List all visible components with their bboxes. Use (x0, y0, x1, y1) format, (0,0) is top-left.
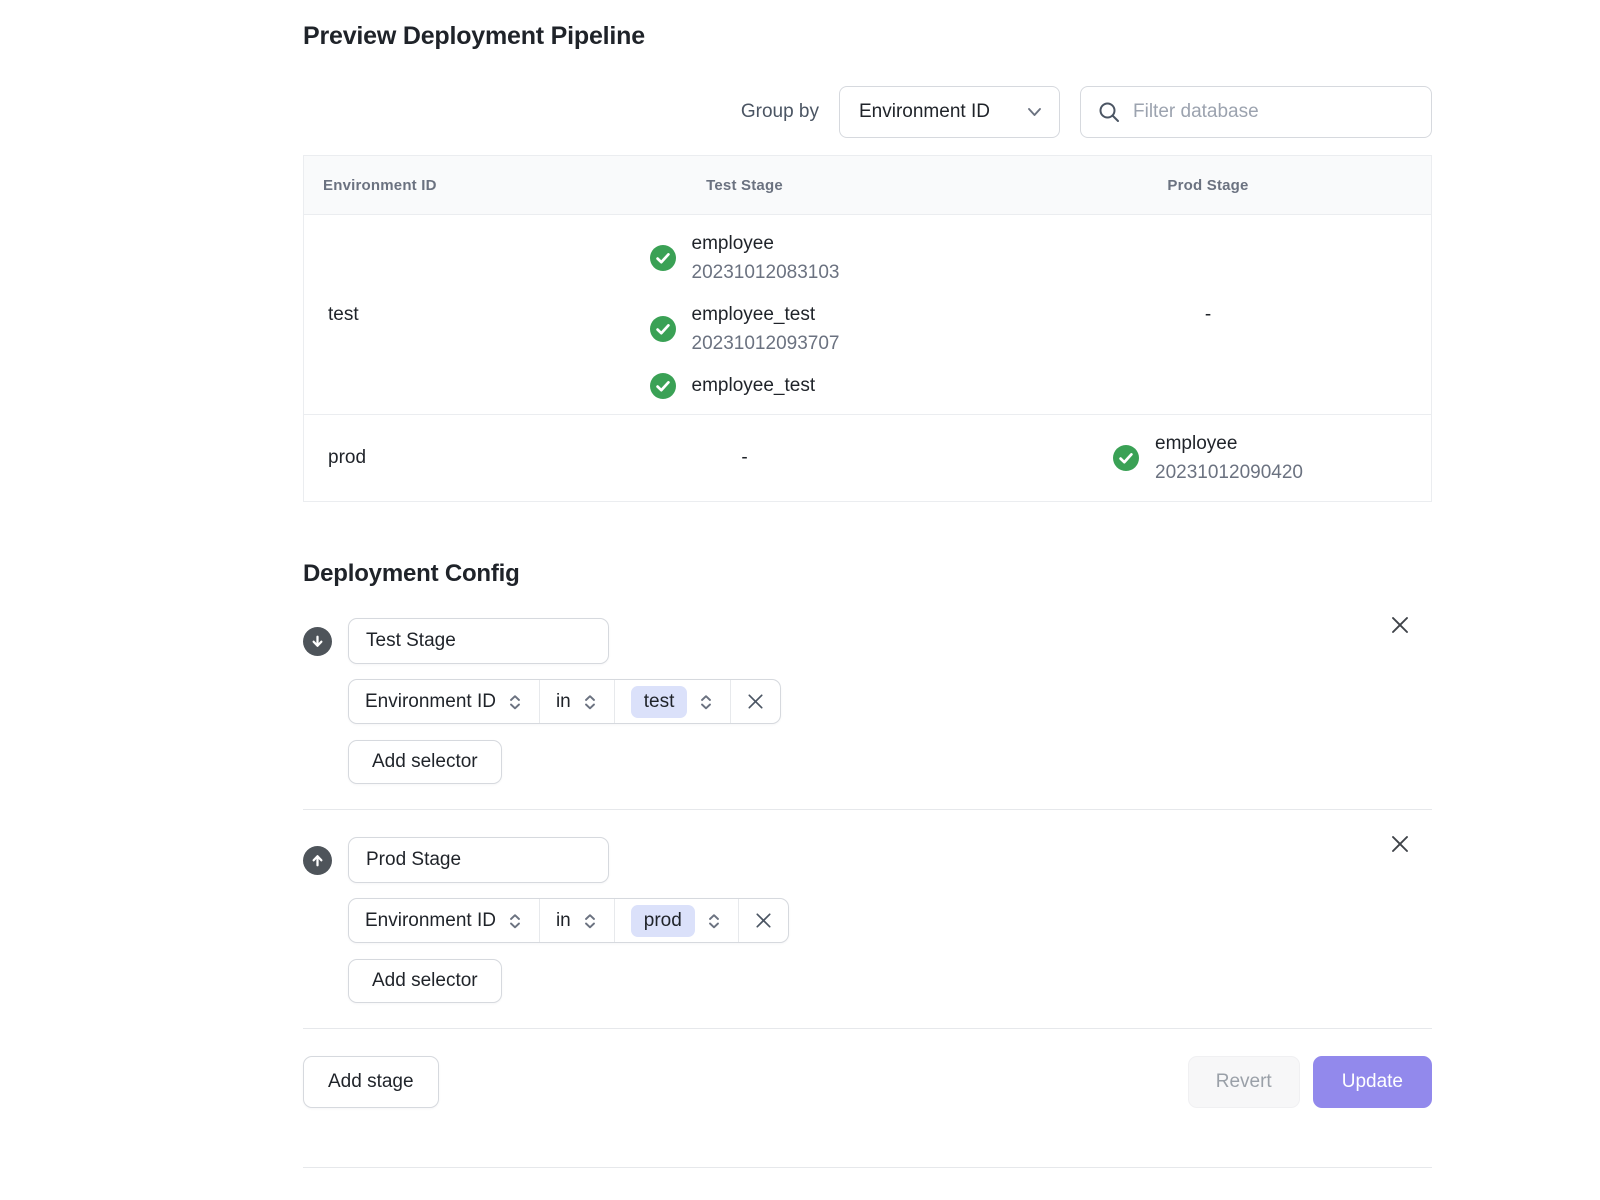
database-list: employee 20231012090420 (1113, 429, 1303, 487)
database-entry[interactable]: employee 20231012090420 (1113, 429, 1303, 487)
selector-operator-select[interactable]: in (539, 899, 614, 942)
stage-config-test: Environment ID in test (303, 618, 1432, 784)
add-selector-button[interactable]: Add selector (348, 959, 502, 1003)
search-icon (1098, 101, 1120, 123)
stage-name-input[interactable] (348, 837, 609, 883)
move-stage-down-button[interactable] (303, 627, 332, 656)
success-check-icon (650, 316, 676, 342)
close-icon (753, 910, 774, 931)
footer-actions: Add stage Revert Update (303, 1056, 1432, 1108)
arrow-up-icon (310, 853, 325, 868)
chevron-updown-icon (507, 694, 523, 710)
main-content: Preview Deployment Pipeline Group by Env… (303, 0, 1432, 1168)
selector-key-select[interactable]: Environment ID (349, 680, 539, 723)
selector-value-tag: test (631, 686, 688, 718)
selector-values-select[interactable]: prod (614, 899, 738, 942)
label-selector: Environment ID in test (348, 679, 781, 724)
bottom-divider (303, 1167, 1432, 1168)
selector-operator-select[interactable]: in (539, 680, 614, 723)
group-by-select[interactable]: Environment ID (839, 86, 1060, 138)
database-label: employee_test (692, 371, 816, 400)
group-by-selected-value: Environment ID (859, 101, 990, 123)
filter-database-search[interactable] (1080, 86, 1432, 138)
test-stage-cell: employee 20231012083103 employee_test 20… (504, 229, 985, 400)
column-header-environment-id: Environment ID (304, 177, 504, 194)
selector-operator-value: in (556, 910, 571, 932)
selector-row: Environment ID in test (348, 679, 1432, 724)
pipeline-table-header: Environment ID Test Stage Prod Stage (304, 156, 1431, 215)
group-by-label: Group by (741, 101, 819, 123)
prod-stage-cell: employee 20231012090420 (985, 429, 1431, 487)
close-icon (745, 691, 766, 712)
add-stage-button[interactable]: Add stage (303, 1056, 439, 1108)
move-stage-up-button[interactable] (303, 846, 332, 875)
stage-header (303, 837, 1432, 883)
database-name: employee (692, 229, 840, 258)
empty-stage-placeholder: - (741, 447, 747, 469)
database-version: 20231012090420 (1155, 458, 1303, 487)
database-label: employee_test 20231012093707 (692, 300, 840, 358)
database-name: employee_test (692, 300, 840, 329)
deployment-config-title: Deployment Config (303, 560, 1432, 588)
table-row: test employee 20231012083103 employee_te… (304, 215, 1431, 415)
page-title: Preview Deployment Pipeline (303, 22, 1432, 51)
empty-stage-placeholder: - (1205, 304, 1211, 326)
selector-values-select[interactable]: test (614, 680, 731, 723)
footer-divider (303, 1028, 1432, 1029)
database-name: employee (1155, 429, 1303, 458)
environment-cell: prod (304, 429, 504, 487)
chevron-down-icon (1027, 107, 1042, 117)
success-check-icon (650, 245, 676, 271)
test-stage-cell: - (504, 429, 985, 487)
remove-stage-button[interactable] (1387, 612, 1413, 643)
close-icon (1389, 833, 1411, 855)
chevron-updown-icon (507, 913, 523, 929)
database-entry[interactable]: employee 20231012083103 (650, 229, 840, 287)
database-version: 20231012083103 (692, 258, 840, 287)
selector-key-value: Environment ID (365, 910, 496, 932)
stage-header (303, 618, 1432, 664)
chevron-updown-icon (706, 913, 722, 929)
database-version: 20231012093707 (692, 329, 840, 358)
success-check-icon (650, 373, 676, 399)
chevron-updown-icon (698, 694, 714, 710)
pipeline-toolbar: Group by Environment ID (303, 86, 1432, 138)
close-icon (1389, 614, 1411, 636)
column-header-test-stage: Test Stage (504, 177, 985, 194)
success-check-icon (1113, 445, 1139, 471)
arrow-down-icon (310, 634, 325, 649)
stage-name-input[interactable] (348, 618, 609, 664)
remove-selector-button[interactable] (730, 680, 780, 723)
update-button[interactable]: Update (1313, 1056, 1432, 1108)
pipeline-table: Environment ID Test Stage Prod Stage tes… (303, 155, 1432, 502)
filter-database-input[interactable] (1133, 101, 1414, 123)
footer-right-actions: Revert Update (1188, 1056, 1432, 1108)
database-entry[interactable]: employee_test 20231012093707 (650, 300, 840, 358)
database-label: employee 20231012083103 (692, 229, 840, 287)
table-row: prod - employee 20231012090420 (304, 415, 1431, 501)
selector-operator-value: in (556, 691, 571, 713)
selector-row: Environment ID in prod (348, 898, 1432, 943)
column-header-prod-stage: Prod Stage (985, 177, 1431, 194)
chevron-updown-icon (582, 694, 598, 710)
add-selector-button[interactable]: Add selector (348, 740, 502, 784)
remove-selector-button[interactable] (738, 899, 788, 942)
database-entry[interactable]: employee_test (650, 371, 840, 400)
chevron-updown-icon (582, 913, 598, 929)
database-label: employee 20231012090420 (1155, 429, 1303, 487)
prod-stage-cell: - (985, 229, 1431, 400)
database-list: employee 20231012083103 employee_test 20… (650, 229, 840, 400)
label-selector: Environment ID in prod (348, 898, 789, 943)
remove-stage-button[interactable] (1387, 831, 1413, 862)
database-name: employee_test (692, 371, 816, 400)
stage-config-prod: Environment ID in prod (303, 810, 1432, 1003)
revert-button[interactable]: Revert (1188, 1056, 1300, 1108)
selector-key-select[interactable]: Environment ID (349, 899, 539, 942)
selector-key-value: Environment ID (365, 691, 496, 713)
selector-value-tag: prod (631, 905, 695, 937)
environment-cell: test (304, 229, 504, 400)
